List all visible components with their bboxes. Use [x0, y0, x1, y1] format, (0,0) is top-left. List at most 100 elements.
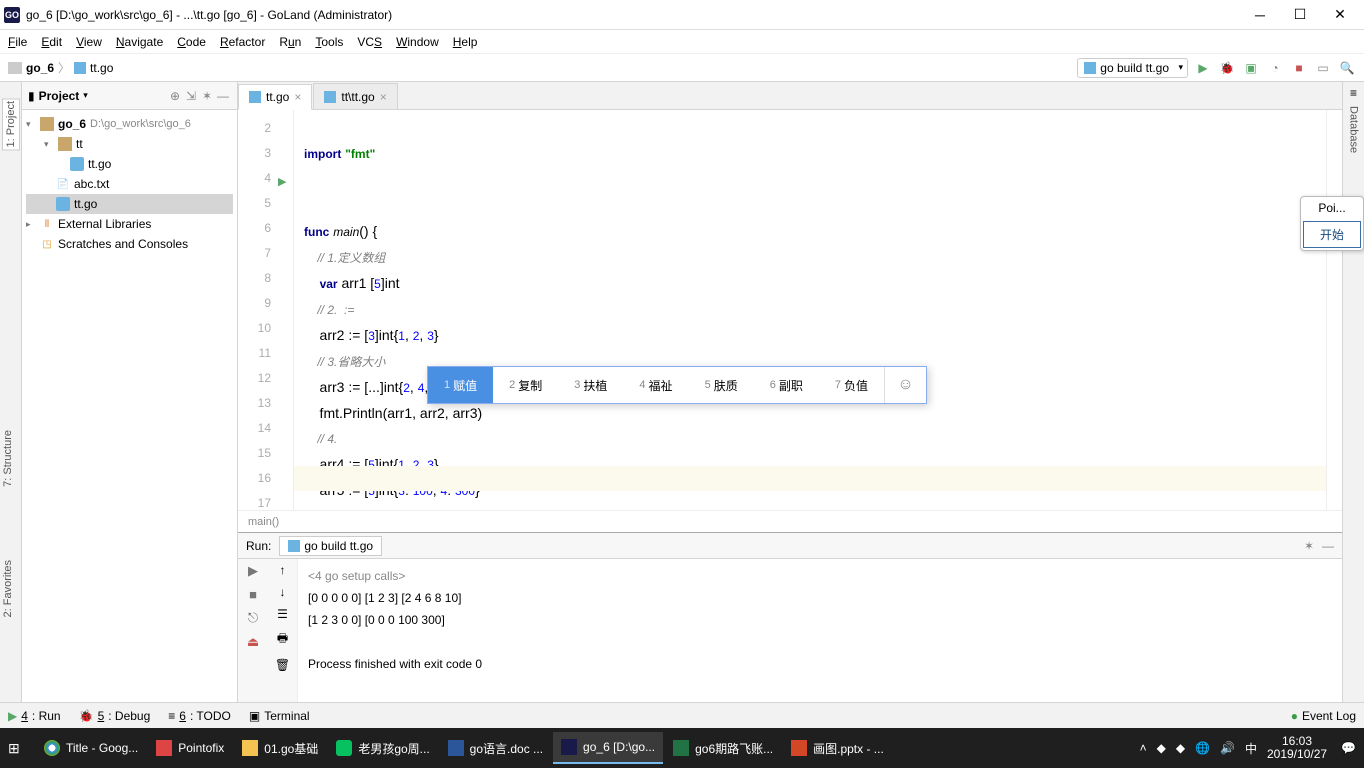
tool-structure-tab[interactable]: 7: Structure — [2, 430, 14, 487]
database-icon[interactable]: ≡ — [1350, 86, 1357, 100]
ime-candidate[interactable]: 6副职 — [754, 367, 819, 403]
menu-vcs[interactable]: VCS — [357, 35, 382, 49]
tree-label: abc.txt — [74, 177, 109, 191]
ime-emoji-button[interactable]: ☺ — [884, 367, 926, 403]
tray-network-icon[interactable]: 🌐 — [1195, 741, 1210, 755]
tree-file-tt-tt[interactable]: tt.go — [26, 154, 233, 174]
task-goland[interactable]: go_6 [D:\go... — [553, 732, 663, 764]
menu-run[interactable]: Run — [279, 35, 301, 49]
tool-favorites-tab[interactable]: 2: Favorites — [2, 560, 14, 617]
tree-root[interactable]: ▾ go_6 D:\go_work\src\go_6 — [26, 114, 233, 134]
ime-candidate[interactable]: 3扶植 — [558, 367, 623, 403]
search-button[interactable]: 🔍 — [1338, 59, 1356, 77]
editor-tab-tt-ttgo[interactable]: tt\tt.go × — [313, 83, 397, 109]
task-word[interactable]: go语言.doc ... — [440, 732, 551, 764]
exit-icon[interactable]: ⎋ — [248, 610, 258, 626]
menu-file[interactable]: File — [8, 35, 27, 49]
run-gutter-icon[interactable]: ▶ — [278, 170, 286, 195]
trash-icon[interactable]: 🗑 — [275, 658, 290, 672]
tree-file-abc[interactable]: 📄 abc.txt — [26, 174, 233, 194]
run-button[interactable]: ▶ — [1194, 59, 1212, 77]
menu-tools[interactable]: Tools — [315, 35, 343, 49]
menu-code[interactable]: Code — [177, 35, 206, 49]
tray-app-icon[interactable]: ◆ — [1157, 741, 1166, 755]
dump-icon[interactable]: ⏏ — [247, 634, 259, 650]
settings-icon[interactable]: ✶ — [199, 89, 215, 103]
layout-button[interactable]: ▭ — [1314, 59, 1332, 77]
tool-project-tab[interactable]: 1: Project — [2, 98, 20, 150]
task-pointofix[interactable]: Pointofix — [148, 732, 232, 764]
stop-icon[interactable]: ■ — [249, 587, 257, 602]
task-chrome[interactable]: Title - Goog... — [36, 732, 146, 764]
ime-candidate[interactable]: 4福祉 — [623, 367, 688, 403]
up-icon[interactable]: ↑ — [280, 563, 286, 577]
run-config-tab[interactable]: go build tt.go — [279, 536, 382, 556]
pointofix-start-button[interactable]: 开始 — [1303, 221, 1361, 248]
pointofix-popup[interactable]: Poi... 开始 — [1300, 196, 1364, 251]
menu-edit[interactable]: Edit — [41, 35, 62, 49]
tool-debug[interactable]: 🐞 5: Debug — [79, 709, 151, 723]
project-panel: ▮Project ▾ ⊕ ⇲ ✶ — ▾ go_6 D:\go_work\src… — [22, 82, 238, 702]
start-button[interactable]: ⊞ — [8, 740, 36, 757]
wrap-icon[interactable]: ☰ — [277, 607, 288, 621]
console-output[interactable]: <4 go setup calls> [0 0 0 0 0] [1 2 3] [… — [298, 559, 1342, 702]
code-area[interactable]: import "fmt" func main() { // 1.定义数组 var… — [294, 110, 1326, 510]
hide-icon[interactable]: — — [1322, 539, 1334, 553]
tool-database-tab[interactable]: Database — [1348, 106, 1360, 153]
tray-ime-icon[interactable]: 中 — [1245, 740, 1257, 757]
tray-notifications-icon[interactable]: 💬 — [1341, 741, 1356, 755]
tray-app-icon[interactable]: ◆ — [1176, 741, 1185, 755]
editor-breadcrumb[interactable]: main() — [238, 510, 1342, 532]
task-wechat[interactable]: 老男孩go周... — [328, 732, 437, 764]
menu-view[interactable]: View — [76, 35, 102, 49]
debug-button[interactable]: 🐞 — [1218, 59, 1236, 77]
tool-event-log[interactable]: ●Event Log — [1291, 709, 1356, 723]
menu-help[interactable]: Help — [453, 35, 478, 49]
menu-window[interactable]: Window — [396, 35, 439, 49]
tree-external-libs[interactable]: ▸⫴ External Libraries — [26, 214, 233, 234]
collapse-all-icon[interactable]: ⇲ — [183, 89, 199, 103]
minimize-button[interactable]: ─ — [1240, 1, 1280, 29]
settings-icon[interactable]: ✶ — [1304, 539, 1314, 553]
down-icon[interactable]: ↓ — [280, 585, 286, 599]
ime-candidate[interactable]: 2复制 — [493, 367, 558, 403]
scroll-from-source-icon[interactable]: ⊕ — [167, 89, 183, 103]
print-icon[interactable]: 🖶 — [277, 629, 288, 650]
tree-folder-tt[interactable]: ▾ tt — [26, 134, 233, 154]
crumb-file: tt.go — [90, 61, 113, 75]
task-explorer[interactable]: 01.go基础 — [234, 732, 326, 764]
close-icon[interactable]: × — [294, 90, 301, 104]
breadcrumb[interactable]: go_6 〉 tt.go — [8, 59, 113, 76]
editor-body[interactable]: 23456789101112131415161718 ▶ import "fmt… — [238, 110, 1342, 510]
run-config-combo[interactable]: go build tt.go — [1077, 58, 1188, 78]
tree-file-ttgo[interactable]: tt.go — [26, 194, 233, 214]
tool-todo[interactable]: ≡ 6: TODO — [168, 709, 231, 723]
close-icon[interactable]: × — [380, 90, 387, 104]
tray-volume-icon[interactable]: 🔊 — [1220, 741, 1235, 755]
task-excel[interactable]: go6期路飞账... — [665, 732, 781, 764]
maximize-button[interactable]: ☐ — [1280, 1, 1320, 29]
editor-overview-ruler[interactable] — [1326, 110, 1342, 510]
tool-terminal[interactable]: ▣ Terminal — [249, 709, 310, 723]
library-icon: ⫴ — [40, 217, 54, 231]
menu-refactor[interactable]: Refactor — [220, 35, 265, 49]
gofile-icon — [1084, 62, 1096, 74]
tray-chevron-up-icon[interactable]: ˄ — [1140, 741, 1147, 755]
ime-candidate[interactable]: 1赋值 — [428, 367, 493, 403]
coverage-button[interactable]: ▣ — [1242, 59, 1260, 77]
ime-candidate[interactable]: 5肤质 — [689, 367, 754, 403]
editor-tab-ttgo[interactable]: tt.go × — [238, 84, 312, 110]
project-header: ▮Project ▾ ⊕ ⇲ ✶ — — [22, 82, 237, 110]
menu-navigate[interactable]: Navigate — [116, 35, 163, 49]
ime-candidate[interactable]: 7负值 — [819, 367, 884, 403]
gofile-icon — [74, 62, 86, 74]
tool-run[interactable]: ▶4: Run — [8, 709, 61, 723]
close-button[interactable]: ✕ — [1320, 1, 1360, 29]
rerun-icon[interactable]: ▶ — [248, 563, 258, 579]
task-ppt[interactable]: 画图.pptx - ... — [783, 732, 892, 764]
profile-button[interactable]: ◔ — [1266, 59, 1284, 77]
tray-clock[interactable]: 16:032019/10/27 — [1267, 735, 1331, 761]
hide-icon[interactable]: — — [215, 89, 231, 103]
tree-scratches[interactable]: ◳ Scratches and Consoles — [26, 234, 233, 254]
stop-button[interactable]: ■ — [1290, 59, 1308, 77]
